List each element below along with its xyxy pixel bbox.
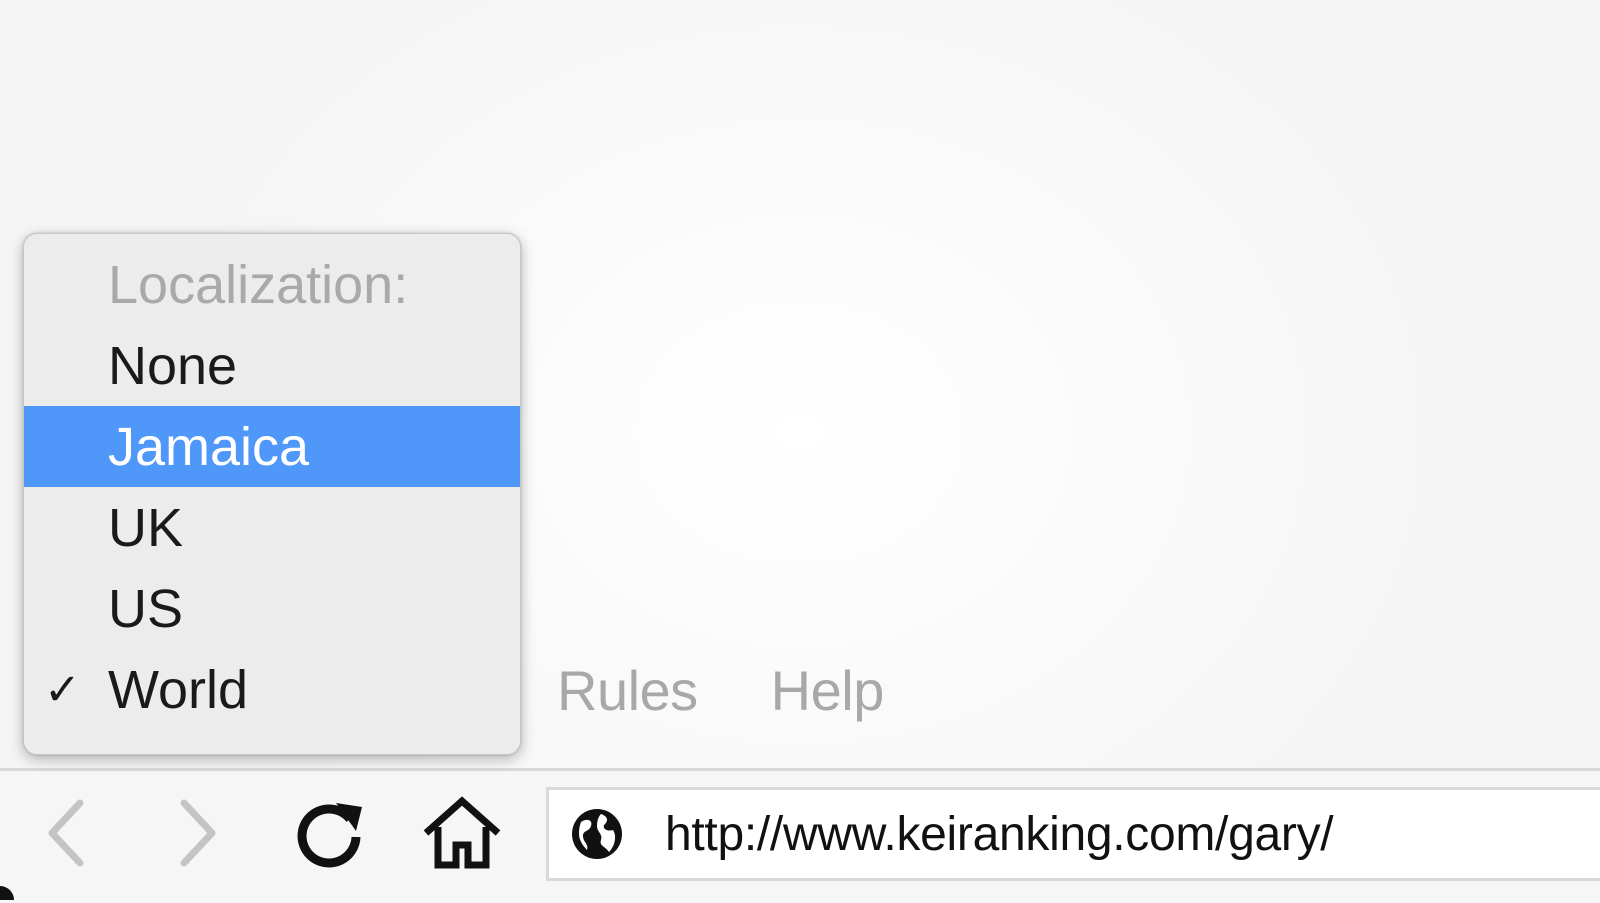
menu-help[interactable]: Help [771,658,885,723]
home-button[interactable] [422,793,502,873]
localization-popup-menu: Localization: None Jamaica UK US ✓ World [23,233,521,755]
chevron-left-icon [48,799,84,867]
menu-option-none[interactable]: None [24,325,520,406]
menu-option-label: UK [108,497,184,558]
menu-option-label: US [108,578,184,639]
reload-icon [297,803,362,868]
url-text[interactable]: http://www.keiranking.com/gary/ [665,807,1334,862]
home-icon [423,796,501,869]
menu-option-world[interactable]: ✓ World [24,649,520,730]
menu-option-label: Jamaica [108,416,310,477]
checkmark-icon: ✓ [44,665,81,714]
chevron-right-icon [180,799,216,867]
menu-header: Localization: [108,254,409,315]
browser-toolbar: http://www.keiranking.com/gary/ [0,768,1600,903]
globe-icon [569,806,625,862]
back-button[interactable] [26,793,106,873]
menu-option-uk[interactable]: UK [24,487,520,568]
forward-button[interactable] [158,793,238,873]
url-bar[interactable]: http://www.keiranking.com/gary/ [546,787,1600,881]
menu-bar: Rules Help [520,658,920,723]
menu-option-us[interactable]: US [24,568,520,649]
app-window: Rules Help http://www.keiranking.com/gar… [0,0,1600,903]
menu-option-label: World [108,659,249,720]
menu-option-label: None [108,335,238,396]
menu-option-jamaica[interactable]: Jamaica [24,406,520,487]
menu-rules[interactable]: Rules [557,658,698,723]
reload-button[interactable] [290,793,370,873]
